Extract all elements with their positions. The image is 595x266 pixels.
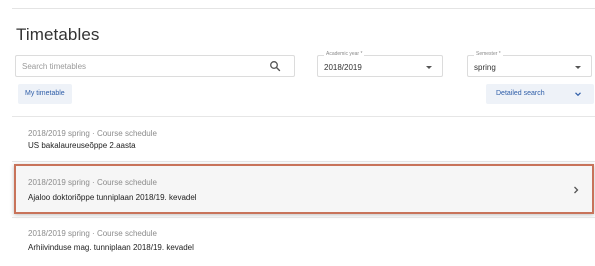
semester-value: spring (474, 63, 496, 72)
timetable-list-item[interactable]: 2018/2019 spring · Course schedule Arhii… (12, 218, 595, 263)
timetable-meta: 2018/2019 spring · Course schedule (28, 178, 157, 187)
top-divider (12, 8, 595, 9)
timetable-name: Ajaloo doktoriõppe tunniplaan 2018/19. k… (28, 193, 197, 202)
timetable-meta: 2018/2019 spring · Course schedule (28, 129, 157, 138)
detailed-search-button[interactable]: Detailed search (486, 84, 594, 104)
page-title: Timetables (16, 25, 100, 44)
list-divider (12, 161, 595, 162)
chevron-down-icon (575, 92, 581, 97)
search-icon[interactable] (269, 60, 281, 72)
timetable-list-item-selected[interactable]: 2018/2019 spring · Course schedule Ajalo… (14, 164, 594, 214)
semester-label: Semester * (474, 51, 503, 57)
dropdown-arrow-icon[interactable] (575, 66, 581, 69)
academic-year-label: Academic year * (324, 51, 365, 57)
search-input[interactable]: Search timetables (15, 55, 295, 77)
timetable-name: US bakalaureuseõppe 2.aasta (28, 141, 136, 150)
detailed-search-label: Detailed search (496, 90, 545, 97)
academic-year-value: 2018/2019 (324, 63, 362, 72)
semester-select[interactable]: Semester * spring (467, 51, 592, 77)
search-placeholder: Search timetables (22, 62, 87, 71)
dropdown-arrow-icon[interactable] (426, 66, 432, 69)
timetable-name: Arhiivinduse mag. tunniplaan 2018/19. ke… (28, 243, 194, 252)
timetable-list-item[interactable]: 2018/2019 spring · Course schedule US ba… (12, 117, 595, 160)
chevron-right-icon (574, 186, 579, 194)
timetable-meta: 2018/2019 spring · Course schedule (28, 229, 157, 238)
my-timetable-button[interactable]: My timetable (18, 84, 72, 104)
academic-year-select[interactable]: Academic year * 2018/2019 (317, 51, 443, 77)
